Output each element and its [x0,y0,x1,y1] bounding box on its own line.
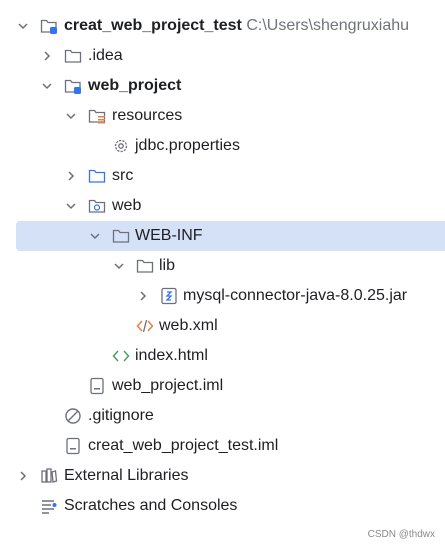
ignore-file-icon [65,408,81,424]
idea-label: .idea [88,47,123,64]
chevron-down-icon[interactable] [63,198,79,214]
tree-node-web-xml[interactable]: web.xml [0,311,445,341]
lib-label: lib [159,257,176,274]
chevron-right-icon[interactable] [135,288,151,304]
resources-folder-icon [88,109,106,124]
tree-node-gitignore[interactable]: .gitignore [0,401,445,431]
tree-node-root[interactable]: creat_web_project_test C:\Users\shengrux… [0,11,445,41]
module-folder-icon [40,19,57,34]
tree-node-jdbc-properties[interactable]: jdbc.properties [0,131,445,161]
tree-node-resources[interactable]: resources [0,101,445,131]
tree-node-external-libraries[interactable]: External Libraries [0,461,445,491]
jar-archive-icon [161,287,177,305]
external-libraries-label: External Libraries [64,467,189,484]
chevron-down-icon[interactable] [87,228,103,244]
resources-label: resources [112,107,183,124]
library-icon [41,468,58,483]
tree-node-src[interactable]: src [0,161,445,191]
web-project-label: web_project [88,77,182,94]
folder-icon [112,229,130,243]
tree-node-web-project-iml[interactable]: web_project.iml [0,371,445,401]
watermark: CSDN @thdwx [367,529,435,540]
tree-node-idea[interactable]: .idea [0,41,445,71]
chevron-down-icon[interactable] [63,108,79,124]
source-folder-icon [88,169,106,183]
web-folder-icon [88,199,106,213]
iml-file-icon [90,377,104,395]
chevron-down-icon[interactable] [15,18,31,34]
iml-file-icon [66,437,80,455]
html-file-icon [112,350,130,362]
scratches-icon [42,500,57,514]
web-label: web [112,197,142,214]
gitignore-label: .gitignore [88,407,154,424]
chevron-down-icon[interactable] [111,258,127,274]
folder-icon [64,49,82,63]
web-xml-label: web.xml [159,317,218,334]
tree-node-web-inf[interactable]: WEB-INF [16,221,445,251]
root-label: creat_web_project_test C:\Users\shengrux… [64,17,409,35]
tree-node-lib[interactable]: lib [0,251,445,281]
tree-node-mysql-jar[interactable]: mysql-connector-java-8.0.25.jar [0,281,445,311]
mysql-jar-label: mysql-connector-java-8.0.25.jar [183,287,408,304]
index-html-label: index.html [135,347,208,364]
chevron-right-icon[interactable] [15,468,31,484]
tree-node-index-html[interactable]: index.html [0,341,445,371]
xml-file-icon [136,319,154,333]
web-inf-label: WEB-INF [135,227,203,244]
module-folder-icon [64,79,81,94]
chevron-right-icon[interactable] [39,48,55,64]
root-path: C:\Users\shengruxiahu [246,17,410,34]
chevron-right-icon[interactable] [63,168,79,184]
scratches-label: Scratches and Consoles [64,497,238,514]
tree-node-web[interactable]: web [0,191,445,221]
root-iml-label: creat_web_project_test.iml [88,437,279,454]
chevron-down-icon[interactable] [39,78,55,94]
folder-icon [136,259,154,273]
gear-icon [114,139,128,153]
src-label: src [112,167,134,184]
jdbc-properties-label: jdbc.properties [135,137,240,154]
tree-node-web-project[interactable]: web_project [0,71,445,101]
tree-node-scratches[interactable]: Scratches and Consoles [0,491,445,521]
root-name: creat_web_project_test [64,17,242,34]
web-project-iml-label: web_project.iml [112,377,224,394]
tree-node-root-iml[interactable]: creat_web_project_test.iml [0,431,445,461]
